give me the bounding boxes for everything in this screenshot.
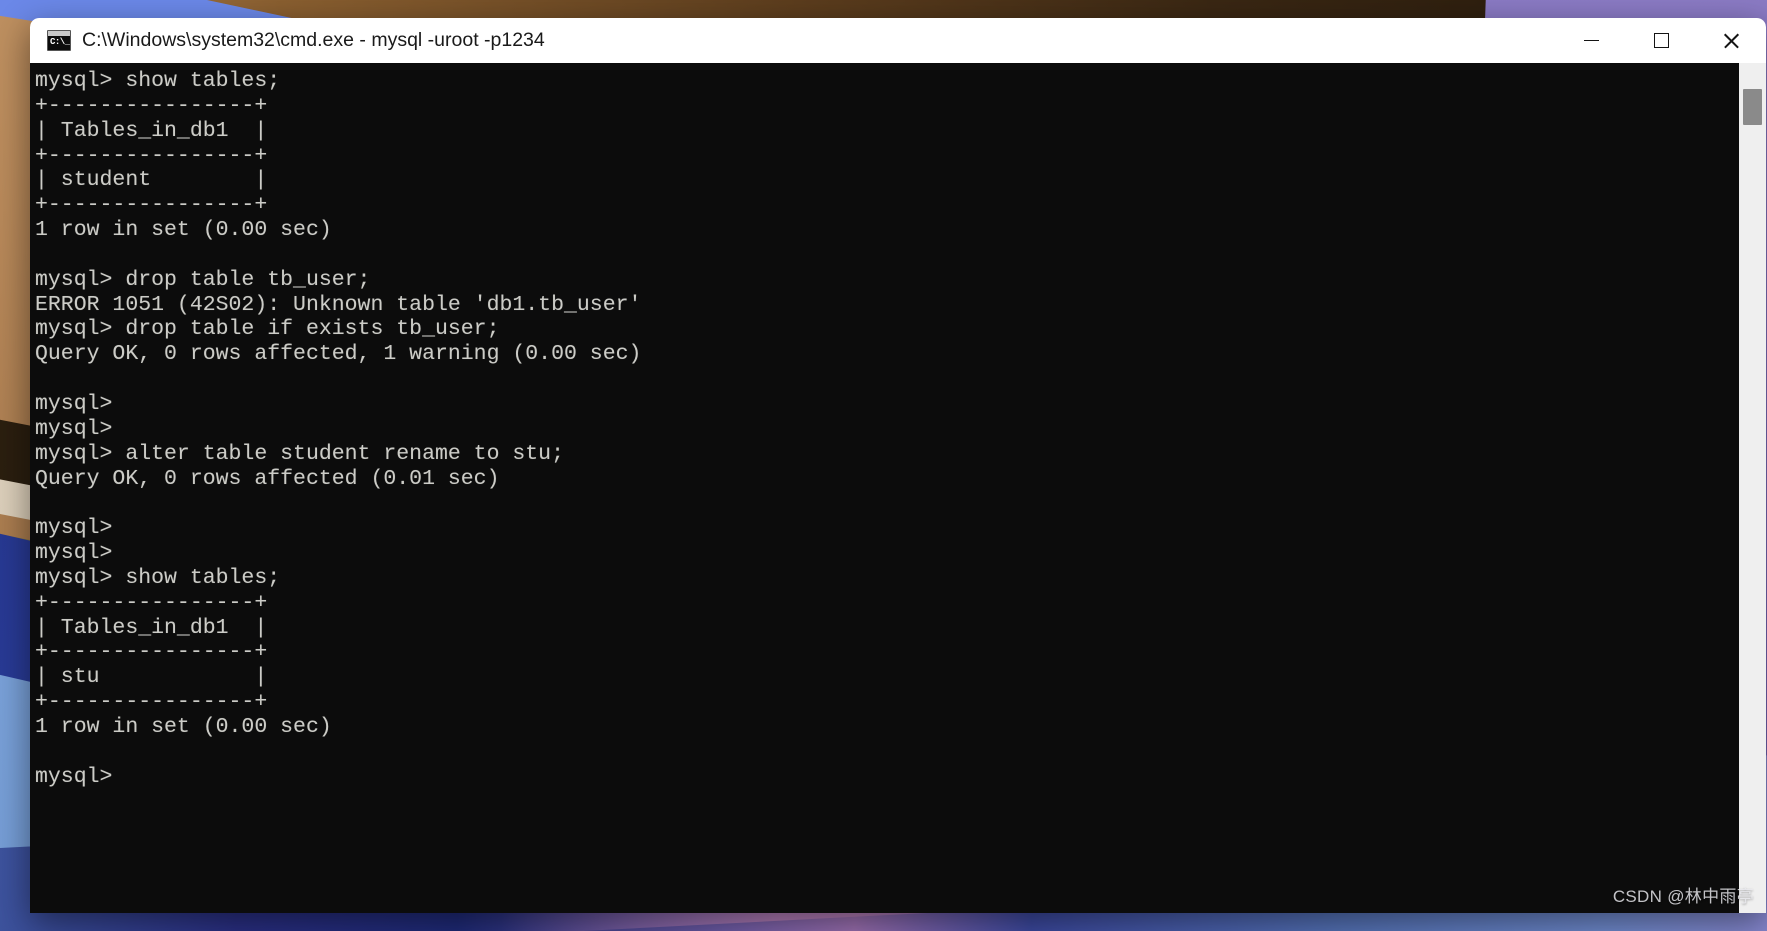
console-body: mysql> show tables; +----------------+ |…	[30, 63, 1766, 913]
window-title: C:\Windows\system32\cmd.exe - mysql -uro…	[82, 29, 545, 51]
scrollbar-thumb[interactable]	[1743, 89, 1762, 125]
minimize-icon	[1583, 39, 1599, 42]
close-icon	[1723, 33, 1739, 49]
vertical-scrollbar[interactable]	[1739, 63, 1766, 913]
cmd-console-icon	[47, 30, 71, 51]
window-titlebar[interactable]: C:\Windows\system32\cmd.exe - mysql -uro…	[30, 18, 1766, 63]
maximize-icon	[1653, 33, 1669, 48]
window-controls	[1556, 18, 1766, 63]
minimize-button[interactable]	[1556, 18, 1626, 63]
terminal-output-area[interactable]: mysql> show tables; +----------------+ |…	[30, 63, 1739, 913]
desktop-wallpaper: C:\Windows\system32\cmd.exe - mysql -uro…	[0, 0, 1767, 931]
titlebar-left-group: C:\Windows\system32\cmd.exe - mysql -uro…	[30, 29, 1556, 52]
close-button[interactable]	[1696, 18, 1766, 63]
console-window: C:\Windows\system32\cmd.exe - mysql -uro…	[30, 18, 1766, 913]
terminal-text: mysql> show tables; +----------------+ |…	[35, 69, 642, 789]
maximize-button[interactable]	[1626, 18, 1696, 63]
